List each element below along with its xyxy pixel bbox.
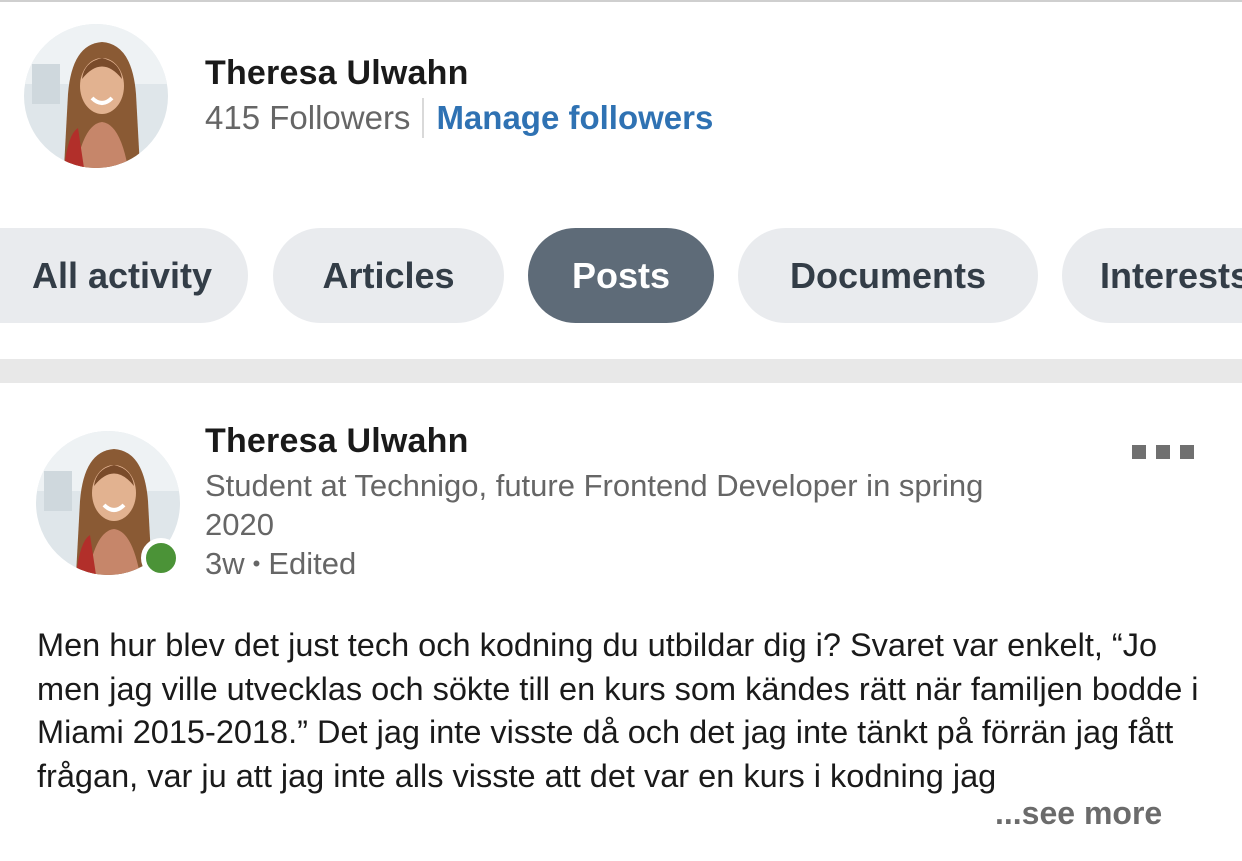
post-edited-label: Edited bbox=[268, 546, 357, 581]
manage-followers-link[interactable]: Manage followers bbox=[436, 99, 713, 137]
top-divider bbox=[0, 0, 1242, 2]
followers-count: 415 Followers bbox=[205, 99, 411, 136]
post-age: 3w bbox=[205, 546, 245, 581]
section-separator bbox=[0, 359, 1242, 383]
profile-photo bbox=[24, 24, 168, 168]
post-meta: 3w • Edited bbox=[205, 546, 356, 582]
profile-name[interactable]: Theresa Ulwahn bbox=[205, 54, 469, 93]
activity-filter-bar: All activity Articles Posts Documents In… bbox=[0, 228, 1242, 324]
filter-articles[interactable]: Articles bbox=[273, 228, 504, 323]
more-dot bbox=[1156, 445, 1170, 459]
online-status-icon bbox=[141, 538, 181, 578]
more-dot bbox=[1180, 445, 1194, 459]
more-options-icon[interactable] bbox=[1132, 440, 1208, 464]
followers-divider bbox=[422, 98, 425, 138]
filter-posts[interactable]: Posts bbox=[528, 228, 714, 323]
filter-all-activity[interactable]: All activity bbox=[0, 228, 248, 323]
see-more-link[interactable]: ...see more bbox=[995, 795, 1162, 832]
more-dot bbox=[1132, 445, 1146, 459]
filter-documents[interactable]: Documents bbox=[738, 228, 1038, 323]
followers-row: 415 Followers Manage followers bbox=[205, 98, 713, 138]
profile-avatar[interactable] bbox=[24, 24, 168, 168]
post-author-name[interactable]: Theresa Ulwahn bbox=[205, 422, 469, 461]
post-body-text: Men hur blev det just tech och kodning d… bbox=[37, 627, 1199, 794]
post-author-headline: Student at Technigo, future Frontend Dev… bbox=[205, 468, 984, 542]
meta-separator: • bbox=[252, 551, 261, 576]
filter-interests[interactable]: Interests bbox=[1062, 228, 1242, 323]
